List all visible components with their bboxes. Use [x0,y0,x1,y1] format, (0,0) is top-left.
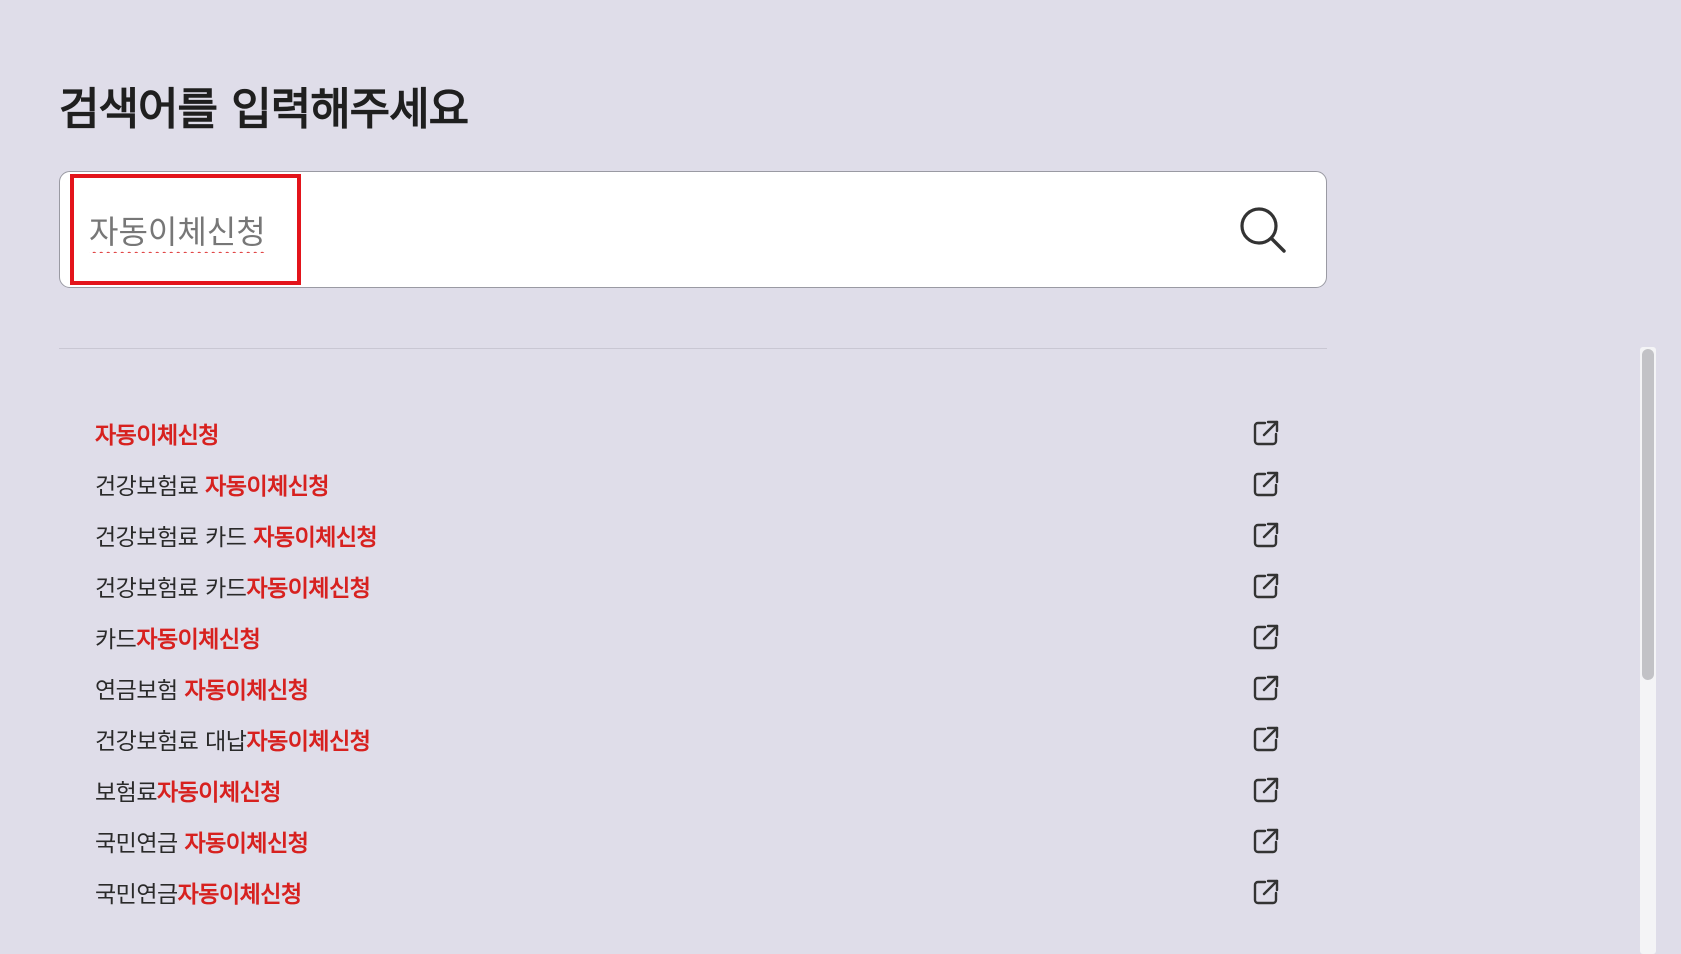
search-input[interactable] [89,202,1089,258]
suggestion-item[interactable]: 건강보험료 카드 자동이체신청 [59,509,1327,560]
suggestion-highlight: 자동이체신청 [246,728,371,755]
suggestion-prefix: 보험료 [95,779,157,806]
suggestion-text: 건강보험료 대납자동이체신청 [95,722,371,756]
suggestion-highlight: 자동이체신청 [253,524,378,551]
suggestion-text: 건강보험료 카드 자동이체신청 [95,518,378,552]
suggestion-item[interactable]: 보험료자동이체신청 [59,764,1327,815]
scrollbar-thumb[interactable] [1642,349,1654,680]
external-link-icon[interactable] [1252,725,1280,753]
search-icon [1240,207,1286,253]
search-box[interactable] [59,171,1327,288]
suggestion-item[interactable]: 국민연금 자동이체신청 [59,815,1327,866]
page-title: 검색어를 입력해주세요 [59,84,469,135]
suggestion-text: 건강보험료 자동이체신청 [95,467,330,501]
suggestion-text: 국민연금자동이체신청 [95,875,302,909]
suggestion-prefix: 국민연금 [95,881,178,908]
search-button[interactable] [1233,202,1293,258]
suggestion-text: 건강보험료 카드자동이체신청 [95,569,371,603]
suggestion-item[interactable]: 자동이체신청 [59,407,1327,458]
suggestion-text: 국민연금 자동이체신청 [95,824,309,858]
suggestion-highlight: 자동이체신청 [246,575,371,602]
suggestion-item[interactable]: 건강보험료 자동이체신청 [59,458,1327,509]
suggestion-text: 보험료자동이체신청 [95,773,281,807]
external-link-icon[interactable] [1252,878,1280,906]
suggestion-prefix: 연금보험 [95,677,185,704]
external-link-icon[interactable] [1252,470,1280,498]
external-link-icon[interactable] [1252,776,1280,804]
external-link-icon[interactable] [1252,827,1280,855]
suggestion-highlight: 자동이체신청 [184,830,309,857]
suggestion-prefix: 건강보험료 카드 [95,575,247,602]
suggestion-item[interactable]: 연금보험 자동이체신청 [59,662,1327,713]
suggestion-prefix: 건강보험료 [95,473,206,500]
suggestion-highlight: 자동이체신청 [184,677,309,704]
suggestion-highlight: 자동이체신청 [136,626,261,653]
suggestion-text: 카드자동이체신청 [95,620,261,654]
search-page: 검색어를 입력해주세요 자동이체신청건강보험료 자동이체신청건강보험료 카드 자… [0,0,1681,954]
suggestion-item[interactable]: 건강보험료 대납자동이체신청 [59,713,1327,764]
external-link-icon[interactable] [1252,623,1280,651]
suggestion-prefix: 건강보험료 카드 [95,524,254,551]
suggestion-prefix: 카드 [95,626,137,653]
external-link-icon[interactable] [1252,674,1280,702]
external-link-icon[interactable] [1252,419,1280,447]
suggestion-prefix: 건강보험료 대납 [95,728,247,755]
suggestion-list: 자동이체신청 건강보험료 자동이체신청 건강보험료 카드 자동이체신청 건강보험료 카… [59,407,1327,917]
suggestion-highlight: 자동이체신청 [205,473,330,500]
external-link-icon[interactable] [1252,521,1280,549]
suggestion-prefix: 국민연금 [95,830,185,857]
suggestion-item[interactable]: 카드자동이체신청 [59,611,1327,662]
suggestion-item[interactable]: 건강보험료 카드자동이체신청 [59,560,1327,611]
divider [59,348,1327,349]
suggestion-text: 자동이체신청 [95,416,219,450]
suggestion-highlight: 자동이체신청 [177,881,302,908]
suggestion-highlight: 자동이체신청 [95,422,219,449]
suggestion-highlight: 자동이체신청 [156,779,281,806]
suggestion-item[interactable]: 국민연금자동이체신청 [59,866,1327,917]
suggestion-text: 연금보험 자동이체신청 [95,671,309,705]
external-link-icon[interactable] [1252,572,1280,600]
